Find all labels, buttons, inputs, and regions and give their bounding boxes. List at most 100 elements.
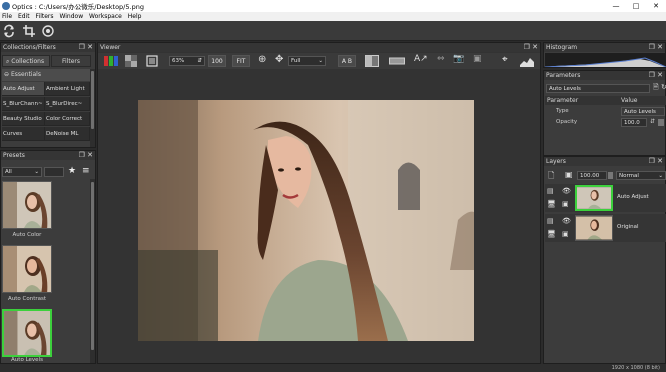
layer-row-original[interactable]: ▤ 👁 🖥 ▣ Original [545,214,666,242]
layer-name[interactable]: Auto Adjust [617,194,649,200]
panel-float-close-icons[interactable]: ❐ ✕ [649,71,663,80]
section-label: Essentials [10,71,41,78]
layer-frame-icon[interactable]: ▣ [562,200,569,208]
layer-row-auto-adjust[interactable]: ▤ 👁 🖥 ▣ Auto Adjust [545,184,666,212]
layer-image [577,187,611,209]
search-icon: ⌕ [6,58,10,65]
rgb-channels-icon[interactable] [104,55,118,67]
param-opacity-value[interactable]: 100.0 [621,118,647,127]
eye-icon[interactable]: 👁 [562,217,571,225]
blend-mode-value: Normal [619,173,639,179]
layer-frame-icon[interactable]: ▣ [562,230,569,238]
spin-icon[interactable]: ⇵ [650,118,655,125]
compare-bar-icon[interactable] [389,55,405,67]
scrollbar-thumb[interactable] [91,182,94,350]
monitor-icon[interactable]: ▣ [473,54,482,64]
menu-help[interactable]: Help [126,12,144,21]
filter-blur-directional[interactable]: S_BlurDirec~ [45,97,90,111]
layer-image [576,216,612,240]
param-table-header: Parameter Value [545,96,666,105]
crop-icon[interactable] [22,24,36,38]
layer-mask-icon[interactable]: ▤ [547,217,554,225]
sync-icon[interactable] [2,24,16,38]
fit-button[interactable]: FIT [232,55,250,67]
filter-auto-adjust[interactable]: Auto Adjust [2,82,45,96]
maximize-button[interactable]: □ [626,0,646,12]
eye-icon[interactable]: 👁 [562,187,571,195]
split-view-icon[interactable] [365,55,379,67]
target-icon[interactable] [41,24,55,38]
menu-filters[interactable]: Filters [34,12,56,21]
section-essentials[interactable]: ⊖ Essentials [2,69,90,81]
ab-compare-button[interactable]: A B [338,55,356,67]
preset-thumb-auto-color[interactable] [2,181,52,229]
add-layer-icon[interactable]: 🗋 [548,170,554,184]
preset-image [3,246,51,292]
preset-filter-select[interactable]: All ⌄ [2,167,42,177]
preset-thumb-auto-contrast[interactable] [2,245,52,293]
histogram-toggle-icon[interactable] [520,55,534,67]
main-toolbar [0,21,666,41]
menu-window[interactable]: Window [57,12,85,21]
frame-icon[interactable] [146,55,158,67]
document-icon[interactable]: 🗎 [653,83,659,94]
panel-header: Parameters ❐ ✕ [544,71,665,80]
filter-color-correct[interactable]: Color Correct [45,112,90,126]
panel-float-close-icons[interactable]: ❐ ✕ [79,151,93,160]
panel-float-close-icons[interactable]: ❐ ✕ [649,157,663,166]
list-icon[interactable]: ≡ [82,166,90,176]
panel-float-close-icons[interactable]: ❐ ✕ [79,43,93,52]
star-icon[interactable]: ★ [68,166,76,176]
menu-workspace[interactable]: Workspace [87,12,124,21]
pan-icon[interactable]: ✥ [275,54,283,65]
panel-float-close-icons[interactable]: ❐ ✕ [524,43,538,52]
preset-name-field[interactable]: Auto Levels [546,84,650,93]
layer-mask-icon[interactable]: ▤ [547,187,554,195]
tab-collections[interactable]: ⌕ Collections [2,55,50,67]
zoom-icon[interactable]: ⊕ [258,54,266,65]
camera-icon[interactable]: 📷 [453,54,464,64]
col-value: Value [621,97,638,104]
preset-search-field[interactable] [44,167,64,177]
view-mode-select[interactable]: Full ⌄ [288,56,326,66]
opacity-slider-handle[interactable] [608,172,613,179]
checker-icon[interactable] [125,55,137,67]
panel-title: Collections/Filters [3,44,56,51]
minimize-button[interactable]: — [606,0,626,12]
layer-frame-icon[interactable]: ▣ [565,170,573,179]
text-overlay-icon[interactable]: A↗ [414,54,428,64]
filter-beauty-studio[interactable]: Beauty Studio [2,112,45,126]
crosshair-icon[interactable]: ⌖ [502,54,508,65]
filter-blur-channel[interactable]: S_BlurChann~ [2,97,45,111]
preset-filter-value: All [5,169,12,175]
monitor-icon[interactable]: 🖥 [547,200,556,208]
refresh-icon[interactable]: ↻ [661,83,666,91]
menu-file[interactable]: File [0,12,14,21]
preset-thumb-auto-levels[interactable] [2,309,52,357]
collections-scrollbar[interactable] [90,69,95,147]
sync-view-icon[interactable]: ⇔ [437,54,445,64]
opacity-slider-handle[interactable] [658,119,664,126]
close-window-button[interactable]: ✕ [646,0,666,12]
presets-scrollbar[interactable] [90,179,95,363]
scrollbar-thumb[interactable] [91,71,94,129]
image-canvas[interactable] [138,100,474,341]
panel-float-close-icons[interactable]: ❐ ✕ [649,43,663,52]
monitor-icon[interactable]: 🖥 [547,230,556,238]
col-parameter: Parameter [547,97,579,104]
param-type-value[interactable]: Auto Levels [621,107,665,116]
zoom-value: 63% [172,58,185,64]
layer-opacity-field[interactable]: 100.00 [577,171,607,180]
presets-panel: Presets ❐ ✕ All ⌄ ★ ≡ Auto Color Auto Co… [0,150,96,364]
filter-denoise-ml[interactable]: DeNoise ML [45,127,90,141]
blend-mode-select[interactable]: Normal ⌄ [616,171,666,180]
filter-curves[interactable]: Curves [2,127,45,141]
zoom-100-button[interactable]: 100 [208,55,226,67]
layer-thumbnail [575,215,613,241]
menu-edit[interactable]: Edit [16,12,32,21]
filter-ambient-light[interactable]: Ambient Light [45,82,90,96]
zoom-field[interactable]: 63% ⇵ [169,56,205,66]
tab-filters[interactable]: Filters [51,55,91,67]
layer-name[interactable]: Original [617,224,639,230]
viewer-toolbar: 63% ⇵ 100 FIT ⊕ ✥ Full ⌄ A B A↗ ⇔ 📷 ▣ ⌖ [98,53,540,69]
